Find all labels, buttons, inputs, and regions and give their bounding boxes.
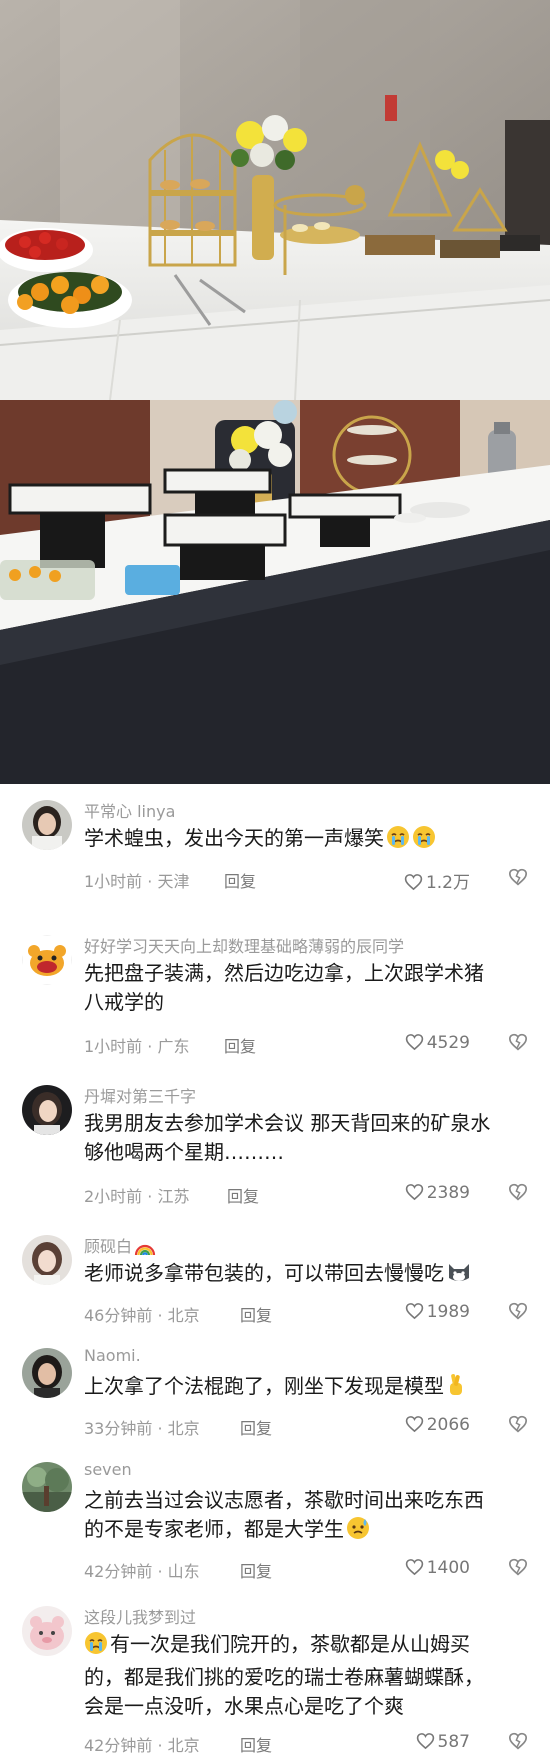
like-count: 1989: [426, 1302, 470, 1322]
avatar[interactable]: [22, 1462, 72, 1512]
heart-icon: [405, 1415, 424, 1438]
comment-meta: 33分钟前 · 北京: [84, 1419, 200, 1438]
comment-username[interactable]: 这段儿我梦到过: [84, 1604, 196, 1628]
comment-text-line: 之前去当过会议志愿者，茶歇时间出来吃东西: [84, 1488, 484, 1512]
comment-username[interactable]: seven: [84, 1460, 132, 1479]
dislike-heart-icon[interactable]: [508, 1302, 528, 1324]
comment-text-line: 上次拿了个法棍跑了，刚坐下发现是模型: [84, 1374, 444, 1398]
comment-username-text: 顾砚白: [84, 1237, 133, 1256]
dislike-heart-icon[interactable]: [508, 1732, 528, 1754]
comment-text: 上次拿了个法棍跑了，刚坐下发现是模型: [84, 1372, 524, 1405]
comment-text: 老师说多拿带包装的，可以带回去慢慢吃: [84, 1259, 524, 1292]
avatar[interactable]: [22, 1348, 72, 1398]
crossed-fingers-icon: [446, 1373, 466, 1405]
dislike-heart-icon[interactable]: [508, 1415, 528, 1437]
avatar[interactable]: [22, 1235, 72, 1285]
like-button[interactable]: 1400: [405, 1558, 470, 1581]
like-button[interactable]: 2066: [405, 1415, 470, 1438]
comment-text-line: 有一次是我们院开的，茶歇都是从山姆买: [110, 1632, 470, 1656]
comment-text-line: 够他喝两个星期………: [84, 1140, 284, 1164]
reply-button[interactable]: 回复: [240, 1415, 272, 1439]
avatar[interactable]: [22, 1085, 72, 1135]
like-count: 587: [437, 1732, 470, 1752]
comment-item: 丹墀对第三千字 我男朋友去参加学术会议 那天背回来的矿泉水 够他喝两个星期…………: [0, 1069, 550, 1219]
comment-meta: 42分钟前 · 山东: [84, 1562, 200, 1581]
avatar[interactable]: [22, 800, 72, 850]
comment-text-line: 的不是专家老师，都是大学生: [84, 1517, 344, 1541]
comment-item: Naomi. 上次拿了个法棍跑了，刚坐下发现是模型 33分钟前 · 北京 回复 …: [0, 1332, 550, 1446]
comment-username[interactable]: 好好学习天天向上却数理基础略薄弱的辰同学: [84, 933, 404, 957]
reply-button[interactable]: 回复: [240, 1732, 272, 1756]
crying-face-icon: [84, 1631, 108, 1663]
comment-text: 学术蝗虫，发出今天的第一声爆笑: [84, 824, 524, 857]
comment-meta: 42分钟前 · 北京: [84, 1736, 200, 1755]
comment-text-line: 我男朋友去参加学术会议 那天背回来的矿泉水: [84, 1111, 491, 1135]
comment-item: 平常心 linya 学术蝗虫，发出今天的第一声爆笑 1小时前 · 天津 回复 1…: [0, 784, 550, 919]
crying-face-icon: [386, 825, 410, 857]
dislike-heart-icon[interactable]: [508, 1033, 528, 1055]
heart-icon: [416, 1732, 435, 1755]
comment-meta: 2小时前 · 江苏: [84, 1187, 190, 1206]
like-count: 1400: [426, 1558, 470, 1578]
comment-item: 好好学习天天向上却数理基础略薄弱的辰同学 先把盘子装满，然后边吃边拿，上次跟学术…: [0, 919, 550, 1069]
comment-username[interactable]: 丹墀对第三千字: [84, 1083, 196, 1107]
heart-icon: [405, 1302, 424, 1325]
comment-meta: 1小时前 · 广东: [84, 1037, 190, 1056]
dislike-heart-icon[interactable]: [508, 1558, 528, 1580]
like-count: 2066: [426, 1415, 470, 1435]
comment-username[interactable]: 平常心 linya: [84, 798, 175, 822]
comment-text: 我男朋友去参加学术会议 那天背回来的矿泉水 够他喝两个星期………: [84, 1109, 524, 1167]
avatar[interactable]: [22, 935, 72, 985]
like-button[interactable]: 4529: [405, 1033, 470, 1056]
heart-icon: [405, 1558, 424, 1581]
like-count: 1.2万: [425, 873, 470, 893]
comment-username[interactable]: Naomi.: [84, 1346, 141, 1365]
comment-username[interactable]: 顾砚白: [84, 1233, 156, 1260]
comment-text-line: 学术蝗虫，发出今天的第一声爆笑: [84, 826, 384, 850]
rainbow-icon: [134, 1240, 156, 1260]
comment-text: 先把盘子装满，然后边吃边拿，上次跟学术猪 八戒学的: [84, 959, 524, 1017]
like-button[interactable]: 2389: [405, 1183, 470, 1206]
comment-list: 平常心 linya 学术蝗虫，发出今天的第一声爆笑 1小时前 · 天津 回复 1…: [0, 784, 550, 1764]
like-button[interactable]: 1989: [405, 1302, 470, 1325]
heart-icon: [405, 1033, 424, 1056]
comment-text-line: 会是一点没听，水果点心是吃了个爽: [84, 1694, 404, 1718]
dislike-heart-icon[interactable]: [508, 868, 528, 890]
like-button[interactable]: 1.2万: [404, 868, 470, 896]
comment-item: 这段儿我梦到过 有一次是我们院开的，茶歇都是从山姆买 的，都是我们挑的爱吃的瑞士…: [0, 1590, 550, 1764]
comment-text: 有一次是我们院开的，茶歇都是从山姆买 的，都是我们挑的爱吃的瑞士卷麻薯蝴蝶酥， …: [84, 1630, 524, 1721]
heart-icon: [405, 1183, 424, 1206]
comment-meta: 46分钟前 · 北京: [84, 1306, 200, 1325]
dislike-heart-icon[interactable]: [508, 1183, 528, 1205]
like-count: 4529: [426, 1033, 470, 1053]
avatar[interactable]: [22, 1606, 72, 1656]
comment-text-line: 八戒学的: [84, 990, 164, 1014]
comment-item: 顾砚白 老师说多拿带包装的，可以带回去慢慢吃 46分钟前 · 北京 回复 198…: [0, 1219, 550, 1332]
reply-button[interactable]: 回复: [240, 1302, 272, 1326]
reply-button[interactable]: 回复: [240, 1558, 272, 1582]
heart-icon: [404, 873, 423, 896]
comment-text-line: 的，都是我们挑的爱吃的瑞士卷麻薯蝴蝶酥，: [84, 1665, 484, 1689]
buffet-photo-top: [0, 0, 550, 400]
like-button[interactable]: 587: [416, 1732, 470, 1755]
reply-button[interactable]: 回复: [224, 1033, 256, 1057]
comment-text-line: 先把盘子装满，然后边吃边拿，上次跟学术猪: [84, 961, 484, 985]
comment-item: seven 之前去当过会议志愿者，茶歇时间出来吃东西 的不是专家老师，都是大学生…: [0, 1446, 550, 1590]
reply-button[interactable]: 回复: [227, 1183, 259, 1207]
comment-meta: 1小时前 · 天津: [84, 872, 190, 891]
buffet-photo-bottom: [0, 400, 550, 784]
cat-face-icon: [446, 1260, 472, 1292]
like-count: 2389: [426, 1183, 470, 1203]
comment-text: 之前去当过会议志愿者，茶歇时间出来吃东西 的不是专家老师，都是大学生: [84, 1486, 524, 1548]
sweat-face-icon: [346, 1516, 370, 1548]
comment-text-line: 老师说多拿带包装的，可以带回去慢慢吃: [84, 1261, 444, 1285]
crying-face-icon: [412, 825, 436, 857]
reply-button[interactable]: 回复: [224, 868, 256, 892]
